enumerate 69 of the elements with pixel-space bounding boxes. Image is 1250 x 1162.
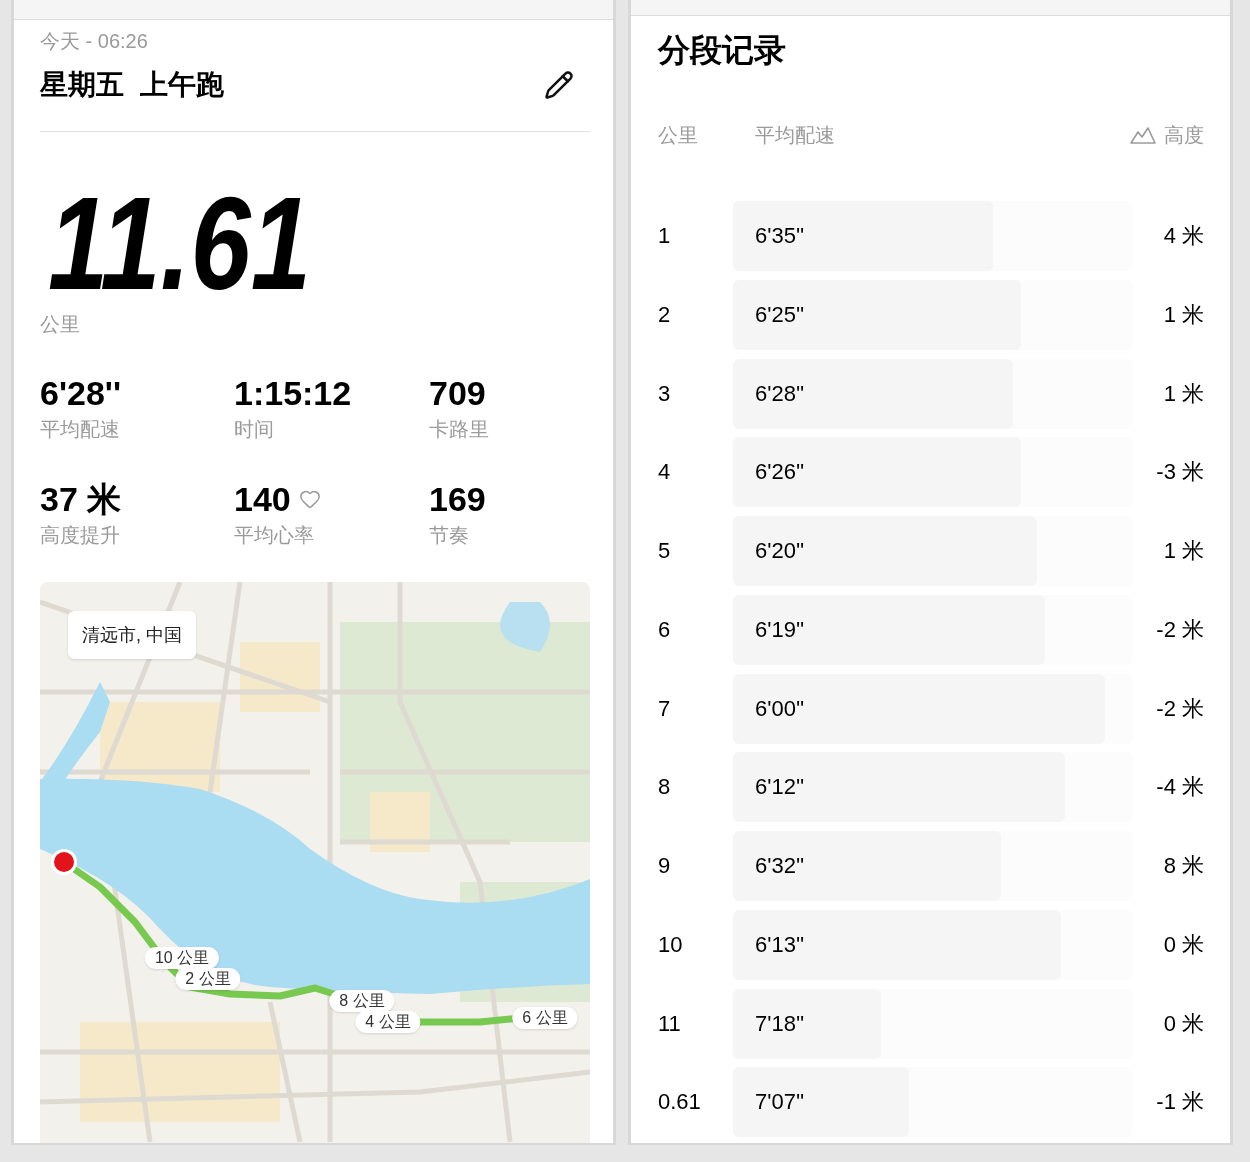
- location-label: 清远市, 中国: [68, 611, 196, 659]
- split-km: 11: [658, 1010, 681, 1036]
- split-elevation: 1 米: [1163, 537, 1204, 565]
- pencil-icon: [544, 70, 574, 100]
- distance-value: 11.61: [48, 178, 312, 310]
- split-elevation: -4 米: [1156, 773, 1204, 802]
- column-header: 平均配速: [755, 123, 835, 147]
- splits-title: 分段记录: [658, 31, 786, 69]
- mountain-icon: [1130, 126, 1156, 144]
- distance-unit: 公里: [40, 312, 80, 336]
- lake: [500, 602, 550, 652]
- stat-value: 709: [429, 373, 486, 413]
- split-elevation: 0 米: [1163, 930, 1204, 959]
- split-pace: 6'32'': [755, 852, 805, 880]
- split-elevation: 8 米: [1163, 852, 1204, 880]
- split-km: 8: [658, 774, 671, 800]
- activity-title: 星期五 上午跑: [40, 68, 224, 102]
- column-header: 高度: [1164, 123, 1204, 147]
- stat-value: 37 米: [40, 479, 122, 519]
- split-pace: 6'35'': [755, 222, 805, 250]
- city-block: [370, 792, 430, 852]
- stat-label: 高度提升: [40, 523, 120, 547]
- split-km: 3: [658, 380, 671, 406]
- split-km: 6: [658, 616, 671, 642]
- split-elevation: 1 米: [1163, 300, 1204, 329]
- split-km: 0.61: [658, 1089, 701, 1115]
- split-km: 4: [658, 459, 671, 485]
- edit-button[interactable]: [544, 70, 574, 100]
- distance-marker: 4 公里: [355, 1011, 421, 1033]
- split-pace: 6'20'': [755, 537, 805, 565]
- split-elevation: -2 米: [1156, 694, 1204, 723]
- stat-value: 140: [234, 479, 291, 519]
- stat-label: 平均配速: [40, 417, 120, 441]
- split-elevation: 0 米: [1163, 1009, 1204, 1038]
- activity-date: 今天 - 06:26: [40, 29, 148, 53]
- stat-value: 6'28'': [40, 373, 121, 413]
- distance-marker: 10 公里: [144, 947, 220, 969]
- location-dot-icon: [51, 849, 77, 875]
- split-pace: 7'07'': [755, 1088, 805, 1117]
- stat-label: 平均心率: [234, 523, 314, 547]
- split-pace: 6'13'': [755, 930, 805, 959]
- split-pace: 6'19'': [755, 615, 805, 644]
- split-elevation: -2 米: [1156, 615, 1204, 644]
- split-km: 1: [658, 223, 671, 248]
- distance-marker: 2 公里: [175, 968, 241, 990]
- split-pace: 6'26'': [755, 458, 805, 487]
- split-pace: 7'18'': [755, 1009, 805, 1038]
- distance-marker: 6 公里: [512, 1007, 578, 1029]
- split-km: 9: [658, 853, 671, 878]
- split-km: 5: [658, 538, 671, 563]
- split-pace: 6'28'': [755, 379, 805, 408]
- split-pace: 6'12'': [755, 773, 805, 802]
- stat-label: 时间: [234, 417, 274, 441]
- stat-label: 卡路里: [429, 417, 489, 441]
- split-km: 7: [658, 695, 671, 721]
- split-elevation: 1 米: [1163, 379, 1204, 408]
- stat-value: 169: [429, 479, 486, 519]
- split-pace: 6'00'': [755, 694, 805, 723]
- stat-value: 1:15:12: [234, 373, 352, 413]
- split-pace: 6'25'': [755, 300, 805, 329]
- split-elevation: -1 米: [1156, 1088, 1204, 1117]
- column-header: 公里: [658, 124, 698, 146]
- split-elevation: 4 米: [1163, 222, 1204, 250]
- split-km: 2: [658, 301, 671, 327]
- split-elevation: -3 米: [1156, 458, 1204, 487]
- stat-label: 节奏: [429, 523, 469, 547]
- heart-icon: [298, 488, 321, 510]
- split-km: 10: [658, 931, 683, 957]
- distance-marker: 8 公里: [329, 990, 395, 1012]
